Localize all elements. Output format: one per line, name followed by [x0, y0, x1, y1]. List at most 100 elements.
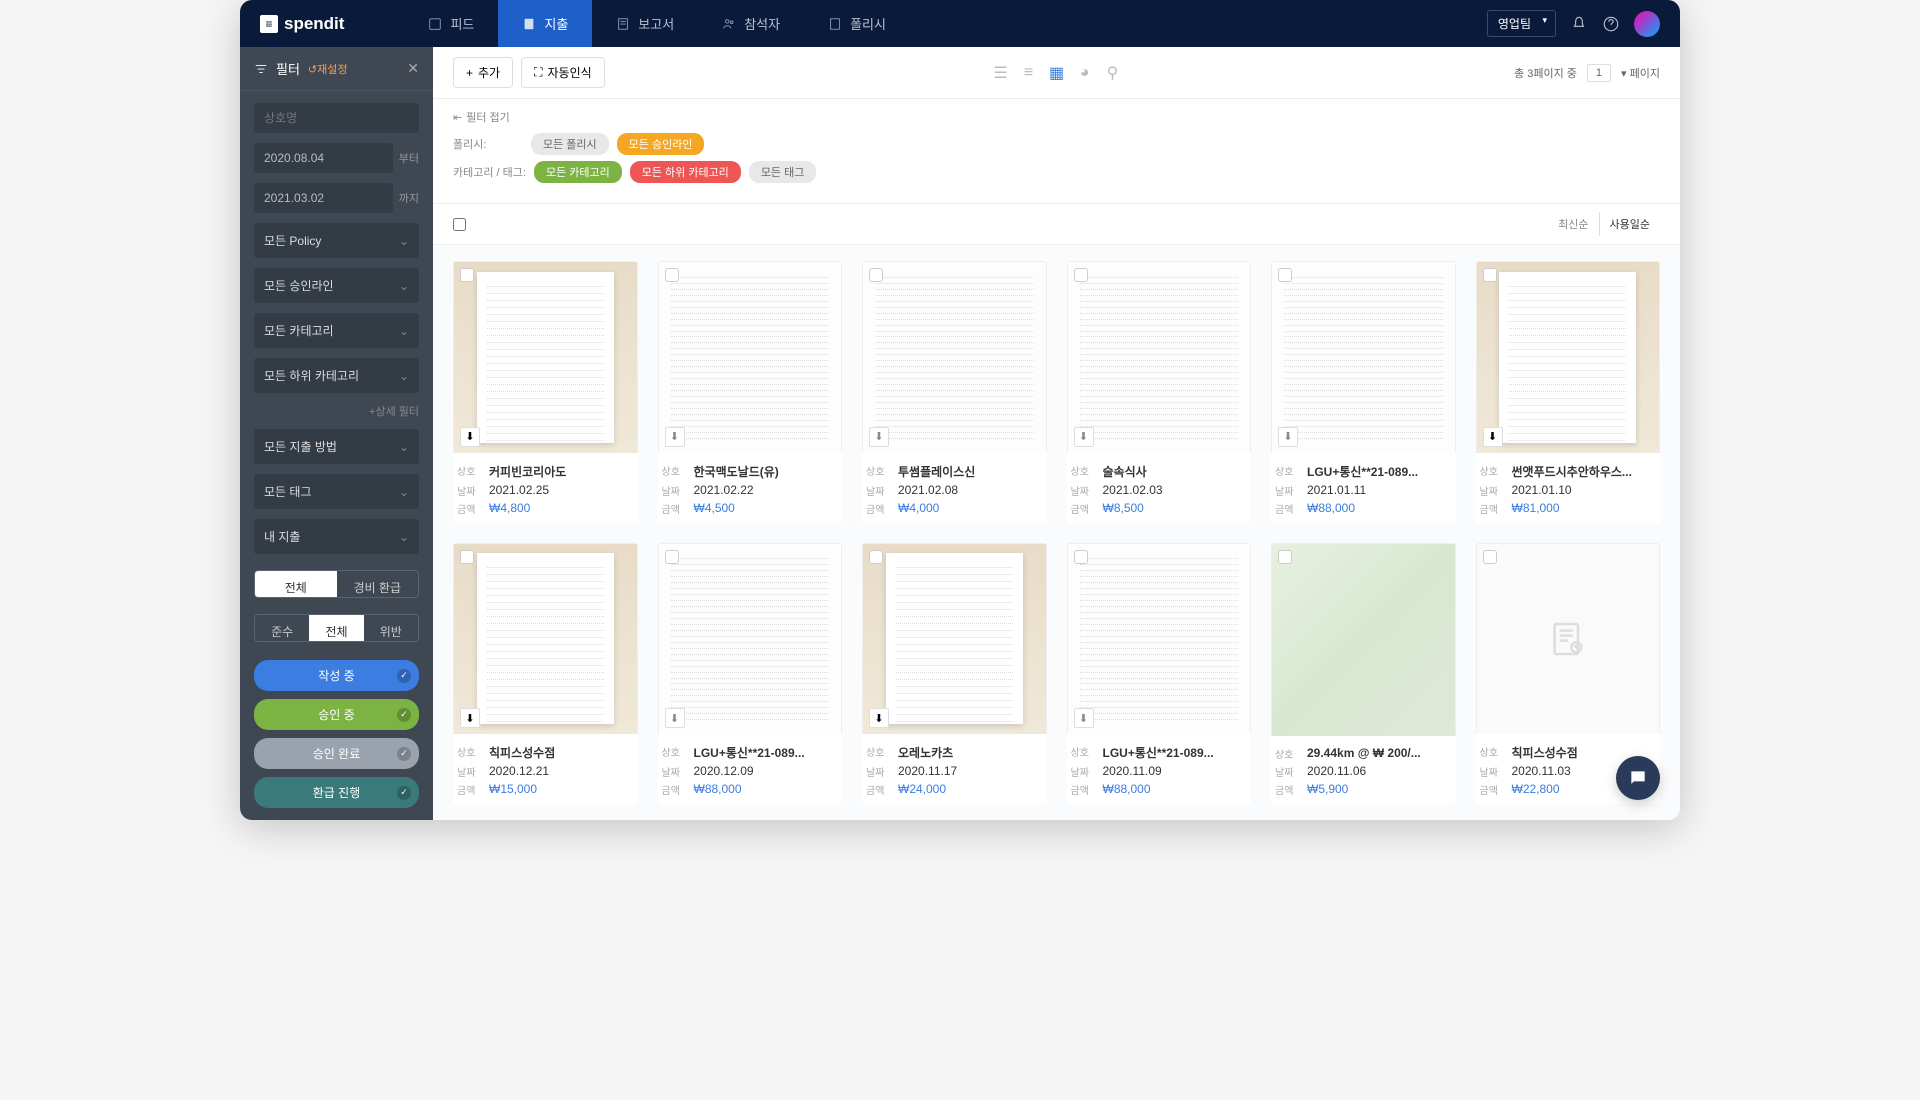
card-checkbox[interactable]: [460, 550, 474, 564]
bell-icon[interactable]: [1570, 15, 1588, 33]
close-sidebar[interactable]: ✕: [407, 60, 419, 77]
expense-card[interactable]: ⬇ 상호LGU+통신**21-089... 날짜2020.12.09 금액₩88…: [658, 543, 843, 805]
expense-card[interactable]: ⬇ 상호썬앳푸드시추안하우스... 날짜2021.01.10 금액₩81,000: [1476, 261, 1661, 523]
nav-report[interactable]: 보고서: [592, 0, 698, 47]
method-select[interactable]: 모든 지출 방법: [254, 429, 419, 464]
download-button[interactable]: ⬇: [1074, 427, 1094, 447]
view-grid[interactable]: ▦: [1048, 64, 1066, 82]
subcategory-select[interactable]: 모든 하위 카테고리: [254, 358, 419, 393]
tag-select[interactable]: 모든 태그: [254, 474, 419, 509]
download-button[interactable]: ⬇: [869, 708, 889, 728]
help-icon[interactable]: [1602, 15, 1620, 33]
card-checkbox[interactable]: [1483, 550, 1497, 564]
expense-card[interactable]: ⬇ 상호칙피스성수점 날짜2020.12.21 금액₩15,000: [453, 543, 638, 805]
date-to-input[interactable]: [254, 183, 393, 213]
expense-card[interactable]: ⬇ 상호오레노카츠 날짜2020.11.17 금액₩24,000: [862, 543, 1047, 805]
download-button[interactable]: ⬇: [869, 427, 889, 447]
nav-policy[interactable]: 폴리시: [804, 0, 910, 47]
card-checkbox[interactable]: [1074, 268, 1088, 282]
card-info: 상호오레노카츠 날짜2020.11.17 금액₩24,000: [862, 734, 1047, 804]
view-list[interactable]: ☰: [992, 64, 1010, 82]
download-button[interactable]: ⬇: [1278, 427, 1298, 447]
card-checkbox[interactable]: [665, 550, 679, 564]
toggle-all[interactable]: 전체: [255, 571, 337, 597]
card-checkbox[interactable]: [1074, 550, 1088, 564]
download-button[interactable]: ⬇: [1483, 427, 1503, 447]
expense-card[interactable]: ⬇ 상호한국맥도날드(유) 날짜2021.02.22 금액₩4,500: [658, 261, 843, 523]
date-label: 날짜: [1071, 764, 1093, 779]
download-button[interactable]: ⬇: [460, 427, 480, 447]
expense-date: 2021.02.22: [694, 483, 754, 498]
page-dropdown[interactable]: ▾ 페이지: [1621, 65, 1660, 81]
card-checkbox[interactable]: [1483, 268, 1497, 282]
sort-newest[interactable]: 최신순: [1548, 212, 1598, 236]
chip-all-tag[interactable]: 모든 태그: [749, 161, 817, 183]
download-button[interactable]: ⬇: [665, 708, 685, 728]
card-checkbox[interactable]: [1278, 268, 1292, 282]
nav-expense-label: 지출: [544, 14, 568, 33]
merchant-input[interactable]: [254, 103, 419, 133]
select-all-checkbox[interactable]: [453, 218, 466, 231]
reset-link[interactable]: ↺재설정: [308, 61, 348, 77]
auto-button[interactable]: ⛶자동인식: [521, 57, 605, 88]
detail-filter-link[interactable]: +상세 필터: [254, 403, 419, 419]
expense-card[interactable]: 상호29.44km @ ₩ 200/... 날짜2020.11.06 금액₩5,…: [1271, 543, 1456, 805]
status-refund[interactable]: 환급 진행✓: [254, 777, 419, 808]
download-button[interactable]: ⬇: [1074, 708, 1094, 728]
card-checkbox[interactable]: [1278, 550, 1292, 564]
toggle-reimburse[interactable]: 경비 환급: [337, 571, 419, 597]
brand-logo[interactable]: ≡ spendit: [260, 14, 344, 34]
nav-report-label: 보고서: [638, 14, 674, 33]
chat-bubble[interactable]: [1616, 756, 1660, 800]
sort-bar: 최신순 사용일순: [433, 204, 1680, 245]
card-checkbox[interactable]: [869, 268, 883, 282]
date-from-input[interactable]: [254, 143, 393, 173]
chip-all-subcategory[interactable]: 모든 하위 카테고리: [630, 161, 741, 183]
team-select[interactable]: 영업팀: [1487, 10, 1556, 37]
expense-card[interactable]: ⬇ 상호LGU+통신**21-089... 날짜2020.11.09 금액₩88…: [1067, 543, 1252, 805]
my-expense-select[interactable]: 내 지출: [254, 519, 419, 554]
expense-amount: ₩88,000: [694, 782, 742, 797]
nav-feed[interactable]: 피드: [404, 0, 498, 47]
chip-all-policy[interactable]: 모든 폴리시: [531, 133, 609, 155]
merchant-label: 상호: [866, 744, 888, 761]
view-map[interactable]: ⚲: [1104, 64, 1122, 82]
download-button[interactable]: ⬇: [665, 427, 685, 447]
expense-card[interactable]: ⬇ 상호술속식사 날짜2021.02.03 금액₩8,500: [1067, 261, 1252, 523]
sort-usage[interactable]: 사용일순: [1599, 212, 1660, 236]
category-select[interactable]: 모든 카테고리: [254, 313, 419, 348]
card-checkbox[interactable]: [869, 550, 883, 564]
card-info: 상호칙피스성수점 날짜2020.12.21 금액₩15,000: [453, 734, 638, 804]
expense-amount: ₩4,800: [489, 501, 530, 516]
date-to-label: 까지: [399, 190, 419, 206]
toggle-compliant[interactable]: 준수: [255, 615, 309, 641]
date-from-label: 부터: [399, 150, 419, 166]
policy-select[interactable]: 모든 Policy: [254, 223, 419, 258]
top-nav: ≡ spendit 피드 지출 보고서 참석자 폴리시: [240, 0, 1680, 47]
nav-members[interactable]: 참석자: [698, 0, 804, 47]
toggle-violation[interactable]: 위반: [364, 615, 418, 641]
date-label: 날짜: [1071, 483, 1093, 498]
filter-icon: [254, 62, 268, 76]
status-approved[interactable]: 승인 완료✓: [254, 738, 419, 769]
expense-card[interactable]: ⬇ 상호커피빈코리아도 날짜2021.02.25 금액₩4,800: [453, 261, 638, 523]
user-avatar[interactable]: [1634, 11, 1660, 37]
status-writing[interactable]: 작성 중✓: [254, 660, 419, 691]
expense-icon: [522, 17, 536, 31]
card-checkbox[interactable]: [665, 268, 679, 282]
download-button[interactable]: ⬇: [460, 708, 480, 728]
card-checkbox[interactable]: [460, 268, 474, 282]
view-compact[interactable]: ≡: [1020, 64, 1038, 82]
toggle-all2[interactable]: 전체: [309, 615, 363, 641]
chip-all-approval[interactable]: 모든 승인라인: [617, 133, 705, 155]
view-chart[interactable]: ◕: [1076, 64, 1094, 82]
expense-card[interactable]: ⬇ 상호투썸플레이스신 날짜2021.02.08 금액₩4,000: [862, 261, 1047, 523]
page-number[interactable]: 1: [1587, 64, 1611, 82]
nav-expense[interactable]: 지출: [498, 0, 592, 47]
status-approving[interactable]: 승인 중✓: [254, 699, 419, 730]
expense-card[interactable]: ⬇ 상호LGU+통신**21-089... 날짜2021.01.11 금액₩88…: [1271, 261, 1456, 523]
add-button[interactable]: +추가: [453, 57, 513, 88]
collapse-filter[interactable]: ⇤필터 접기: [453, 109, 1660, 125]
approval-select[interactable]: 모든 승인라인: [254, 268, 419, 303]
chip-all-category[interactable]: 모든 카테고리: [534, 161, 622, 183]
